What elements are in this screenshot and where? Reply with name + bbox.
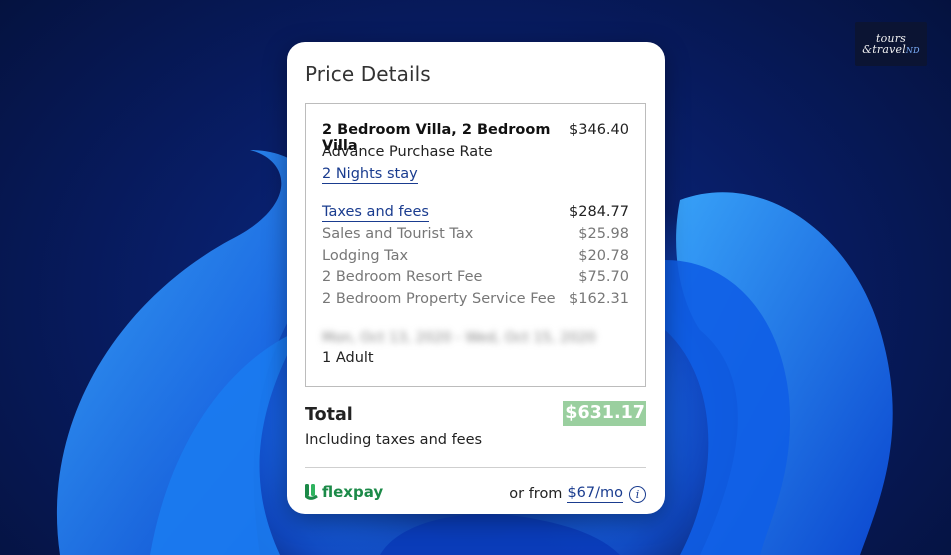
watermark-accent: ND <box>905 45 920 55</box>
divider <box>305 467 646 468</box>
tax-item-row: 2 Bedroom Property Service Fee $162.31 <box>322 291 629 307</box>
total-amount: $631.17 <box>563 401 646 426</box>
tax-item-amount: $75.70 <box>578 269 629 285</box>
tax-item-label: Lodging Tax <box>322 248 409 264</box>
tax-item-amount: $20.78 <box>578 248 629 264</box>
taxes-amount: $284.77 <box>569 204 629 220</box>
total-label: Total <box>305 405 353 425</box>
guest-count: 1 Adult <box>322 350 374 366</box>
watermark-line2: &travel <box>862 42 906 56</box>
tax-item-row: Lodging Tax $20.78 <box>322 248 629 264</box>
nights-stay-link[interactable]: 2 Nights stay <box>322 166 418 184</box>
tax-item-row: Sales and Tourist Tax $25.98 <box>322 226 629 242</box>
taxes-and-fees-link[interactable]: Taxes and fees <box>322 204 429 222</box>
room-price: $346.40 <box>569 122 629 138</box>
flexpay-mark-icon <box>305 484 318 500</box>
rate-label: Advance Purchase Rate <box>322 144 493 160</box>
price-details-card: Price Details 2 Bedroom Villa, 2 Bedroom… <box>287 42 665 514</box>
tax-item-amount: $162.31 <box>569 291 629 307</box>
flexpay-logo: flexpay <box>305 483 383 501</box>
taxes-row: Taxes and fees $284.77 <box>322 204 629 222</box>
monthly-price-link[interactable]: $67/mo <box>567 485 623 503</box>
watermark-text: tours &travelND <box>862 33 920 56</box>
rate-row: Advance Purchase Rate <box>322 144 629 160</box>
site-watermark-logo: tours &travelND <box>855 22 927 66</box>
tax-item-label: Sales and Tourist Tax <box>322 226 474 242</box>
tax-item-label: 2 Bedroom Property Service Fee <box>322 291 556 307</box>
tax-item-amount: $25.98 <box>578 226 629 242</box>
guests-row: 1 Adult <box>322 350 629 366</box>
info-icon[interactable]: i <box>629 485 646 503</box>
or-from-label: or from <box>509 486 563 502</box>
card-title: Price Details <box>305 62 431 86</box>
flexpay-brand: flexpay <box>322 483 384 501</box>
tax-item-row: 2 Bedroom Resort Fee $75.70 <box>322 269 629 285</box>
stay-dates-blurred: Mon, Oct 13, 2020 - Wed, Oct 15, 2020 <box>322 330 596 346</box>
total-note: Including taxes and fees <box>305 432 483 448</box>
tax-item-label: 2 Bedroom Resort Fee <box>322 269 483 285</box>
nights-row: 2 Nights stay <box>322 166 629 184</box>
flexpay-offer: or from $67/mo i <box>509 485 646 503</box>
price-breakdown-box: 2 Bedroom Villa, 2 Bedroom Villa $346.40… <box>305 103 646 387</box>
